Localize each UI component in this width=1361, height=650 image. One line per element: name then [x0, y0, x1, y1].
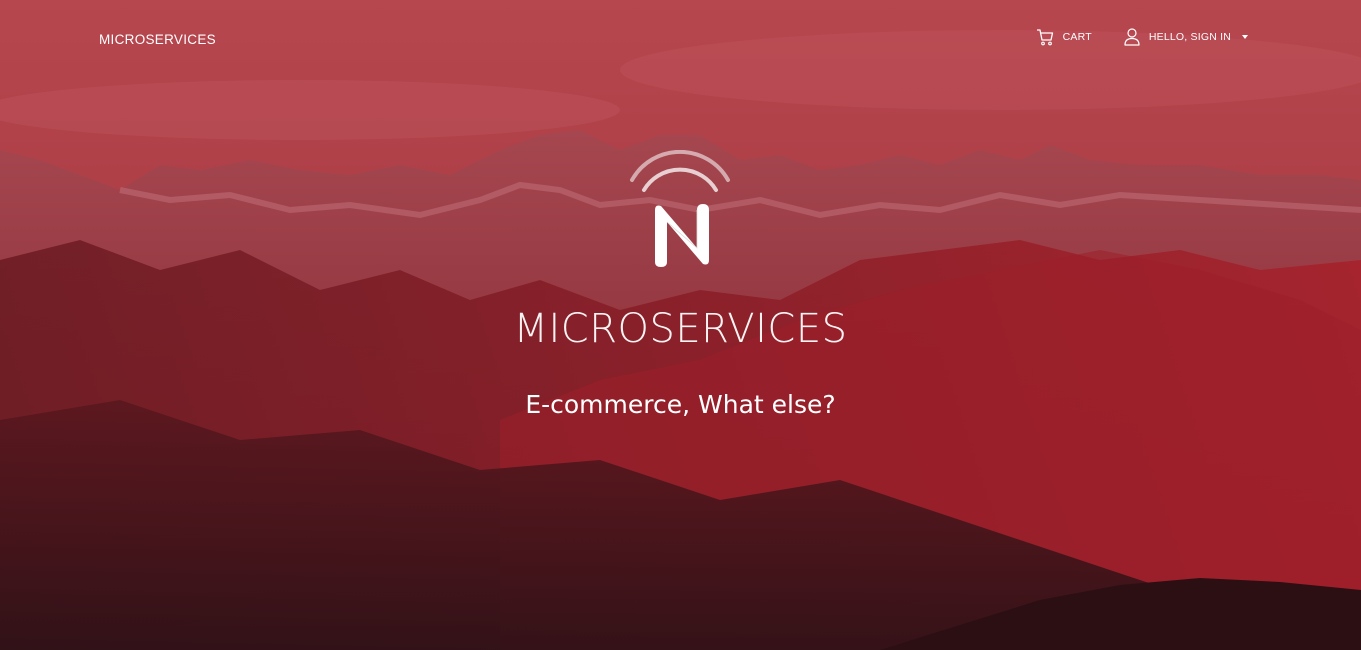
cart-link[interactable]: CART — [1036, 28, 1092, 46]
account-label: HELLO, SIGN IN — [1148, 31, 1231, 43]
navbar: MICROSERVICES CART HELLO, SIGN IN — [0, 0, 1361, 80]
hero-section: MICROSERVICES CART HELLO, SIGN IN MICROS… — [0, 0, 1361, 650]
logo-icon — [630, 150, 730, 267]
nav-right: CART HELLO, SIGN IN — [1036, 28, 1248, 46]
account-dropdown[interactable]: HELLO, SIGN IN — [1124, 28, 1248, 46]
hero-subtitle: E-commerce, What else? — [525, 390, 836, 419]
hero-title: MICROSERVICES — [513, 306, 848, 352]
cart-label: CART — [1062, 31, 1092, 43]
cart-icon — [1036, 29, 1053, 46]
caret-down-icon — [1242, 35, 1248, 39]
brand-link[interactable]: MICROSERVICES — [99, 32, 216, 47]
user-icon — [1124, 28, 1140, 46]
